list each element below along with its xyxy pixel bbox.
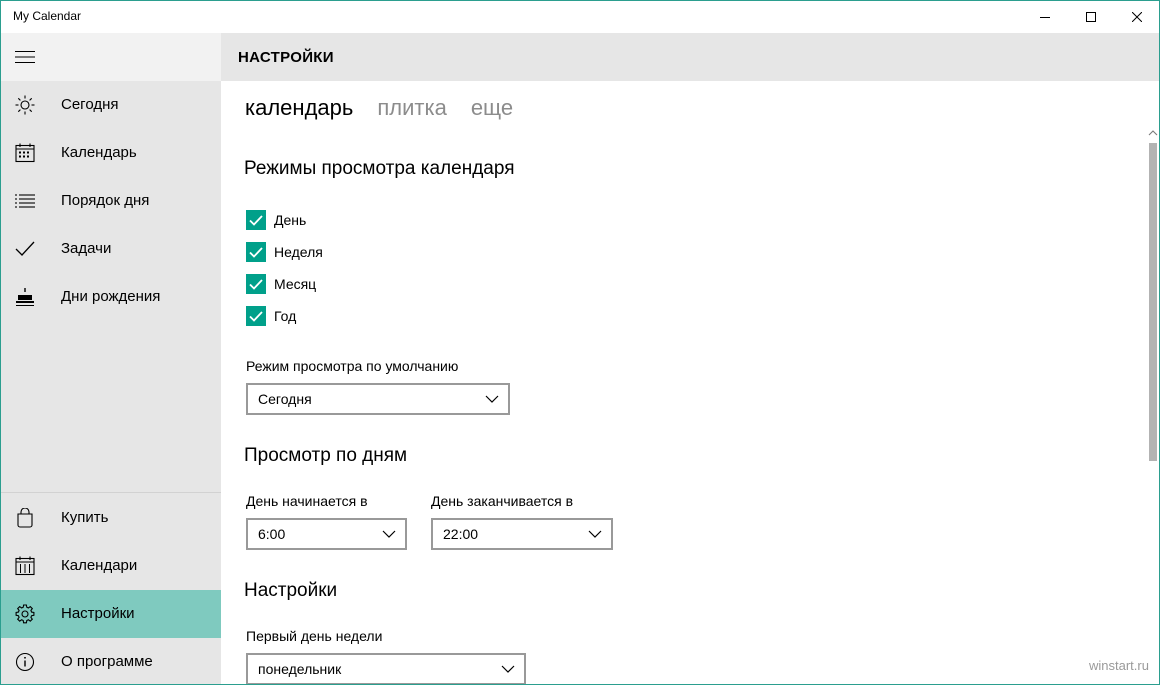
checkbox-label: Месяц bbox=[274, 276, 317, 292]
checkbox-label: День bbox=[274, 212, 307, 228]
default-view-label: Режим просмотра по умолчанию bbox=[246, 358, 459, 374]
sidebar-item-buy[interactable]: Купить bbox=[1, 494, 221, 542]
first-day-dropdown[interactable]: понедельник bbox=[246, 653, 526, 684]
sidebar-item-settings[interactable]: Настройки bbox=[1, 590, 221, 638]
minimize-icon bbox=[1040, 17, 1050, 18]
first-day-label: Первый день недели bbox=[246, 628, 383, 644]
chevron-down-icon bbox=[382, 530, 396, 538]
maximize-button[interactable] bbox=[1068, 1, 1114, 33]
sidebar-item-tasks[interactable]: Задачи bbox=[1, 225, 221, 273]
dropdown-value: Сегодня bbox=[258, 391, 312, 407]
checkbox-checked-icon[interactable] bbox=[246, 306, 266, 326]
day-start-label: День начинается в bbox=[246, 493, 368, 509]
sidebar-item-label: Дни рождения bbox=[61, 288, 161, 305]
page-header: НАСТРОЙКИ bbox=[221, 33, 1159, 81]
watermark: winstart.ru bbox=[1089, 658, 1149, 673]
main-content: НАСТРОЙКИ календарь плитка еще Режимы пр… bbox=[221, 33, 1159, 684]
scrollbar-thumb[interactable] bbox=[1149, 143, 1157, 461]
day-end-label: День заканчивается в bbox=[431, 493, 574, 509]
minimize-button[interactable] bbox=[1022, 1, 1068, 33]
sidebar-item-calendars[interactable]: Календари bbox=[1, 542, 221, 590]
tab-tile[interactable]: плитка bbox=[377, 95, 446, 121]
dropdown-value: 22:00 bbox=[443, 526, 479, 542]
page-title: НАСТРОЙКИ bbox=[238, 49, 334, 66]
checkmark-icon bbox=[13, 237, 37, 261]
app-window: My Calendar Сегодня Календарь Порядок дн… bbox=[0, 0, 1160, 685]
hamburger-row bbox=[1, 33, 221, 81]
sidebar-item-label: Календарь bbox=[61, 144, 137, 161]
checkbox-label: Год bbox=[274, 308, 297, 324]
sidebar-item-birthdays[interactable]: Дни рождения bbox=[1, 273, 221, 321]
scroll-up-arrow-icon[interactable] bbox=[1148, 127, 1158, 139]
gear-icon bbox=[13, 602, 37, 626]
view-modes-heading: Режимы просмотра календаря bbox=[244, 158, 515, 179]
calendar-icon bbox=[13, 141, 37, 165]
sidebar-item-label: Купить bbox=[61, 509, 109, 526]
checkbox-year[interactable]: Год bbox=[246, 306, 296, 326]
sidebar-item-label: О программе bbox=[61, 653, 153, 670]
day-start-dropdown[interactable]: 6:00 bbox=[246, 518, 407, 550]
day-end-dropdown[interactable]: 22:00 bbox=[431, 518, 613, 550]
sidebar-item-calendar[interactable]: Календарь bbox=[1, 129, 221, 177]
shopping-bag-icon bbox=[13, 506, 37, 530]
default-view-dropdown[interactable]: Сегодня bbox=[246, 383, 510, 415]
sidebar: Сегодня Календарь Порядок дня Задачи Дни… bbox=[1, 33, 221, 684]
day-view-heading: Просмотр по дням bbox=[244, 445, 408, 466]
close-button[interactable] bbox=[1114, 1, 1159, 33]
checkbox-label: Неделя bbox=[274, 244, 323, 260]
checkbox-month[interactable]: Месяц bbox=[246, 274, 316, 294]
dropdown-value: понедельник bbox=[258, 661, 342, 677]
title-bar: My Calendar bbox=[1, 1, 1159, 33]
checkbox-checked-icon[interactable] bbox=[246, 242, 266, 262]
info-icon bbox=[13, 650, 37, 674]
birthday-cake-icon bbox=[13, 285, 37, 309]
sidebar-item-agenda[interactable]: Порядок дня bbox=[1, 177, 221, 225]
sidebar-item-label: Настройки bbox=[61, 605, 135, 622]
agenda-list-icon bbox=[13, 189, 37, 213]
checkbox-day[interactable]: День bbox=[246, 210, 306, 230]
hamburger-icon bbox=[15, 51, 35, 63]
tab-calendar[interactable]: календарь bbox=[245, 95, 353, 121]
sidebar-item-label: Задачи bbox=[61, 240, 112, 257]
chevron-down-icon bbox=[485, 395, 499, 403]
hamburger-button[interactable] bbox=[13, 47, 37, 67]
sidebar-item-about[interactable]: О программе bbox=[1, 638, 221, 684]
sidebar-item-label: Календари bbox=[61, 557, 138, 574]
calendars-icon bbox=[13, 554, 37, 578]
sidebar-nav: Сегодня Календарь Порядок дня Задачи Дни… bbox=[1, 81, 221, 321]
dropdown-value: 6:00 bbox=[258, 526, 286, 542]
sidebar-item-label: Порядок дня bbox=[61, 192, 150, 209]
settings-tabs: календарь плитка еще bbox=[245, 95, 513, 121]
app-title: My Calendar bbox=[13, 9, 82, 23]
checkbox-week[interactable]: Неделя bbox=[246, 242, 323, 262]
checkbox-checked-icon[interactable] bbox=[246, 274, 266, 294]
chevron-down-icon bbox=[588, 530, 602, 538]
settings-heading: Настройки bbox=[244, 580, 338, 601]
sun-icon bbox=[13, 93, 37, 117]
sidebar-item-today[interactable]: Сегодня bbox=[1, 81, 221, 129]
sidebar-bottom-nav: Купить Календари Настройки О программе bbox=[1, 494, 221, 684]
checkbox-checked-icon[interactable] bbox=[246, 210, 266, 230]
sidebar-item-label: Сегодня bbox=[61, 96, 119, 113]
maximize-icon bbox=[1086, 12, 1096, 22]
tab-more[interactable]: еще bbox=[471, 95, 513, 121]
chevron-down-icon bbox=[501, 665, 515, 673]
sidebar-divider bbox=[1, 492, 221, 493]
close-icon bbox=[1132, 12, 1142, 22]
